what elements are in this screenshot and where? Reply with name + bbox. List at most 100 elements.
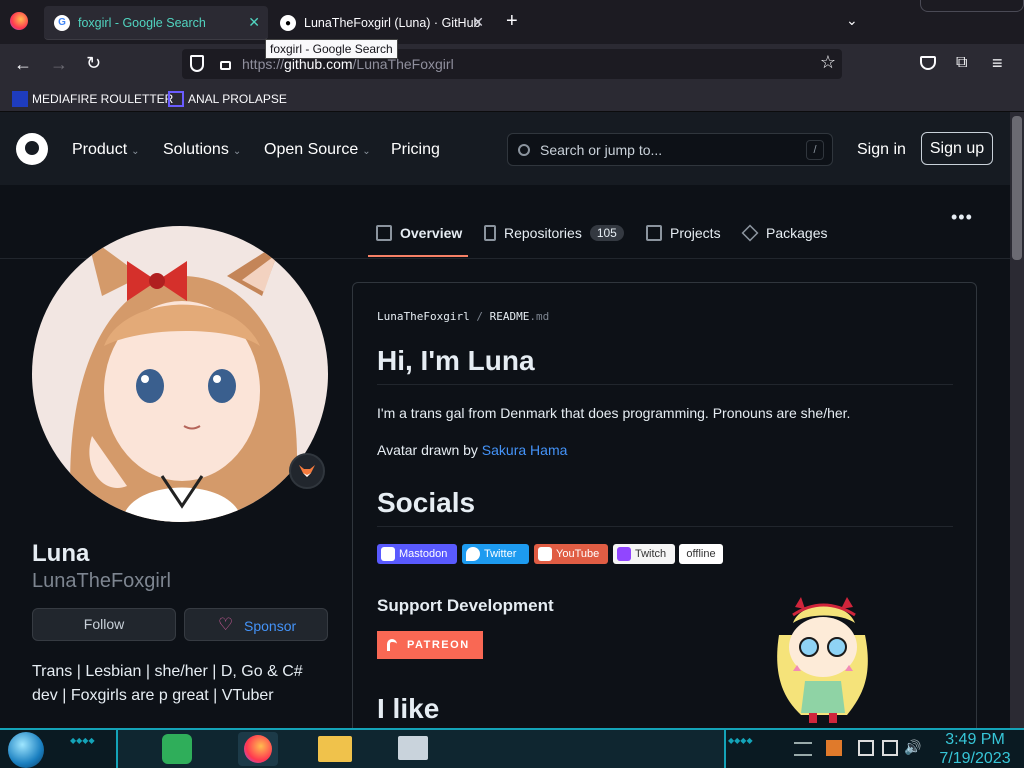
- sign-in-link[interactable]: Sign in: [857, 141, 906, 159]
- list-all-tabs-icon[interactable]: ⌄: [846, 12, 858, 29]
- avatar-credit: Avatar drawn by Sakura Hama: [377, 442, 568, 458]
- profile-username: LunaTheFoxgirl: [32, 570, 171, 592]
- twitch-icon: [617, 547, 631, 561]
- back-icon[interactable]: ←: [14, 54, 32, 75]
- search-icon: [518, 144, 530, 156]
- repo-count-badge: 105: [589, 225, 624, 241]
- twitch-status-badge: offline: [679, 544, 723, 564]
- twitch-badge[interactable]: Twitch: [613, 544, 675, 564]
- bookmark-prolapse[interactable]: ANAL PROLAPSE: [168, 91, 287, 107]
- repo-icon: [484, 225, 496, 241]
- heart-icon: ♡: [218, 615, 234, 634]
- tab-overview[interactable]: Overview: [376, 225, 462, 241]
- google-icon: G: [54, 14, 70, 31]
- mediafire-icon: [12, 91, 28, 107]
- app-tray-icon[interactable]: [826, 740, 842, 756]
- chevron-down-icon: ⌄: [131, 146, 140, 157]
- firefox-taskbar-icon[interactable]: [238, 732, 278, 766]
- artist-link[interactable]: Sakura Hama: [482, 442, 568, 458]
- socials-heading: Socials: [377, 487, 476, 518]
- youtube-icon: [538, 547, 552, 561]
- nav-solutions[interactable]: Solutions ⌄: [163, 141, 241, 159]
- readme-path: LunaTheFoxgirl / README.md: [377, 310, 550, 323]
- network-icon[interactable]: [882, 740, 898, 756]
- tab-repositories[interactable]: Repositories 105: [484, 225, 624, 241]
- sponsor-label: Sponsor: [244, 618, 297, 634]
- book-icon: [376, 225, 392, 241]
- battery-icon[interactable]: [858, 740, 874, 756]
- reload-icon[interactable]: ↻: [86, 53, 101, 74]
- bookmark-mediafire[interactable]: MEDIAFIRE ROULETTER: [12, 91, 173, 107]
- star-butterfly-image: [777, 597, 868, 723]
- nav-pricing[interactable]: Pricing: [391, 141, 440, 159]
- readme-file[interactable]: README: [490, 310, 530, 323]
- network-drive-icon[interactable]: [398, 736, 428, 760]
- tab-title: LunaTheFoxgirl (Luna) · GitHub: [304, 16, 481, 30]
- notifications-icon[interactable]: [794, 742, 812, 756]
- forward-icon[interactable]: →: [50, 54, 68, 75]
- bookmark-label: MEDIAFIRE ROULETTER: [32, 92, 174, 106]
- window-decoration: [920, 0, 1024, 12]
- i-like-heading: I like: [377, 693, 440, 724]
- sponsor-button[interactable]: ♡ Sponsor: [184, 608, 328, 641]
- readme-owner-link[interactable]: LunaTheFoxgirl: [377, 310, 470, 323]
- fox-status-icon[interactable]: [289, 453, 325, 489]
- profile-name: Luna: [32, 540, 90, 567]
- scrollbar-thumb[interactable]: [1012, 116, 1022, 260]
- readme-heading: Hi, I'm Luna: [377, 345, 535, 376]
- patreon-icon: [387, 639, 397, 651]
- more-options-icon[interactable]: •••: [951, 207, 973, 228]
- follow-button[interactable]: Follow: [32, 608, 176, 641]
- bookmark-x-icon: [168, 91, 184, 107]
- firefox-menu-icon[interactable]: [10, 12, 28, 30]
- hamburger-menu-icon[interactable]: ≡: [992, 53, 1003, 74]
- sign-up-button[interactable]: Sign up: [921, 132, 993, 165]
- nav-product[interactable]: Product ⌄: [72, 141, 140, 159]
- shield-icon[interactable]: [190, 55, 204, 72]
- volume-icon[interactable]: 🔊: [904, 739, 921, 756]
- avatar[interactable]: [32, 226, 328, 522]
- package-icon: [741, 224, 759, 242]
- bookmark-label: ANAL PROLAPSE: [188, 92, 287, 106]
- search-placeholder: Search or jump to...: [540, 142, 663, 158]
- new-tab-button[interactable]: +: [506, 10, 518, 33]
- file-explorer-icon[interactable]: [318, 736, 352, 762]
- pocket-icon[interactable]: [920, 56, 936, 70]
- close-tab-icon[interactable]: ✕: [248, 14, 260, 31]
- system-clock[interactable]: 3:49 PM 7/19/2023: [935, 730, 1015, 768]
- search-input[interactable]: Search or jump to... /: [507, 133, 833, 166]
- close-tab-icon[interactable]: ✕: [472, 14, 484, 31]
- github-header: Product ⌄ Solutions ⌄ Open Source ⌄ Pricing…: [0, 112, 1010, 185]
- tab-github[interactable]: ● LunaTheFoxgirl (Luna) · GitHub ✕: [270, 6, 492, 40]
- taskbar: ◆◆◆◆ ◆◆◆◆ 🔊 3:49 PM 7/19/2023: [0, 728, 1024, 768]
- taskbar-decoration: ◆◆◆◆: [70, 736, 95, 745]
- readme-intro: I'm a trans gal from Denmark that does p…: [377, 405, 851, 421]
- tab-google-search[interactable]: G foxgirl - Google Search ✕: [44, 6, 268, 40]
- browser-navigation-bar: ← → ↻ https://github.com/LunaTheFoxgirl …: [0, 44, 1024, 84]
- mastodon-icon: [381, 547, 395, 561]
- github-logo-icon[interactable]: [16, 133, 48, 165]
- extensions-icon[interactable]: ⧉: [956, 54, 967, 72]
- tab-projects[interactable]: Projects: [646, 225, 721, 241]
- project-board-icon: [646, 225, 662, 241]
- nav-open-source[interactable]: Open Source ⌄: [264, 141, 371, 159]
- tab-tooltip: foxgirl - Google Search: [265, 39, 398, 59]
- bookmark-star-icon[interactable]: ☆: [820, 52, 836, 73]
- support-heading: Support Development: [377, 596, 554, 615]
- twitter-badge[interactable]: Twitter: [462, 544, 529, 564]
- profile-bio: Trans | Lesbian | she/her | D, Go & C# d…: [32, 663, 303, 704]
- patreon-badge[interactable]: PATREON: [377, 631, 483, 659]
- chevron-down-icon: ⌄: [232, 146, 242, 157]
- readme-card: LunaTheFoxgirl / README.md Hi, I'm Luna …: [352, 282, 977, 742]
- lock-icon[interactable]: [220, 61, 231, 70]
- mastodon-badge[interactable]: Mastodon: [377, 544, 457, 564]
- notes-app-icon[interactable]: [162, 734, 192, 764]
- youtube-badge[interactable]: YouTube: [534, 544, 608, 564]
- tab-title: foxgirl - Google Search: [78, 15, 206, 30]
- bookmarks-toolbar: MEDIAFIRE ROULETTER ANAL PROLAPSE: [0, 84, 1024, 112]
- github-icon: ●: [280, 15, 296, 31]
- taskbar-decoration: ◆◆◆◆: [728, 736, 753, 745]
- start-button[interactable]: [8, 732, 44, 768]
- tab-packages[interactable]: Packages: [741, 224, 827, 242]
- divider: [377, 384, 953, 385]
